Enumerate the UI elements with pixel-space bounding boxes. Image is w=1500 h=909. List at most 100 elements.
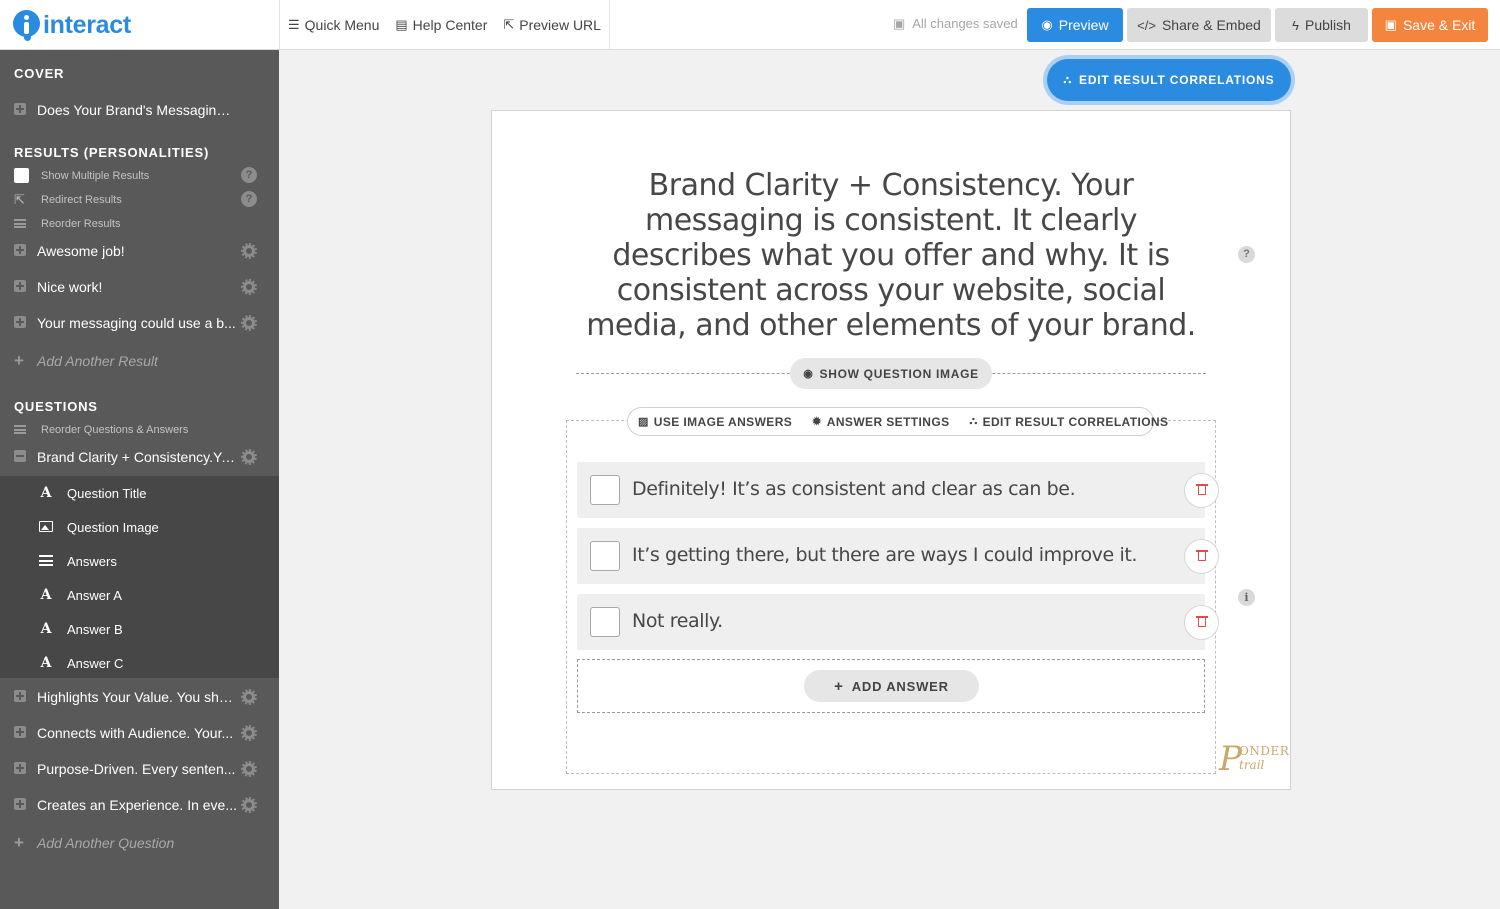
show-multiple-results-label: Show Multiple Results <box>41 170 150 182</box>
sidebar-item-cover[interactable]: Does Your Brand's Messaging ... <box>0 93 279 127</box>
text-icon: A <box>40 485 52 501</box>
logo-text: interact <box>43 10 131 39</box>
preview-label: Preview <box>1058 17 1109 33</box>
gear-icon[interactable] <box>241 279 257 295</box>
expand-icon <box>14 244 26 256</box>
add-result-button[interactable]: + Add Another Result <box>0 347 279 377</box>
sub-item-answer-a[interactable]: A Answer A <box>0 578 279 612</box>
cover-heading: COVER <box>14 66 65 81</box>
reorder-results-option[interactable]: Reorder Results <box>0 214 279 234</box>
book-icon: ▤ <box>395 16 408 32</box>
answer-text[interactable]: Not really. <box>632 610 723 632</box>
gear-icon[interactable] <box>241 315 257 331</box>
sidebar-item-result[interactable]: Your messaging could use a b... <box>0 306 279 340</box>
show-question-image-label: SHOW QUESTION IMAGE <box>819 366 979 381</box>
gear-icon[interactable] <box>241 725 257 741</box>
text-icon: A <box>40 655 52 671</box>
gear-icon: ✹ <box>812 416 822 428</box>
image-icon: ▨ <box>638 416 649 428</box>
help-icon[interactable]: ? <box>1238 246 1255 263</box>
sub-item-answer-c[interactable]: A Answer C <box>0 646 279 680</box>
answer-row[interactable]: Definitely! It’s as consistent and clear… <box>577 462 1205 518</box>
delete-answer-button[interactable] <box>1184 473 1219 508</box>
answer-row[interactable]: It’s getting there, but there are ways I… <box>577 528 1205 584</box>
sub-item-label: Answer B <box>67 622 123 637</box>
expand-icon <box>14 690 26 702</box>
use-image-answers-button[interactable]: ▨ USE IMAGE ANSWERS <box>628 408 802 435</box>
sidebar-item-question[interactable]: Connects with Audience. Your... <box>0 716 279 750</box>
quick-menu-label: Quick Menu <box>304 16 380 33</box>
gear-icon[interactable] <box>241 689 257 705</box>
share-embed-button[interactable]: </> Share & Embed <box>1127 8 1271 42</box>
plus-icon: + <box>14 833 24 852</box>
info-icon[interactable]: i <box>1238 589 1255 606</box>
answer-checkbox[interactable] <box>590 475 620 505</box>
gear-icon[interactable] <box>241 797 257 813</box>
answer-text[interactable]: It’s getting there, but there are ways I… <box>632 544 1137 566</box>
answer-checkbox[interactable] <box>590 607 620 637</box>
sidebar-item-question[interactable]: Highlights Your Value. You sho... <box>0 680 279 714</box>
reorder-questions-option[interactable]: Reorder Questions & Answers <box>0 420 279 440</box>
sidebar-item-label: Connects with Audience. Your... <box>37 725 234 741</box>
collapse-icon <box>14 450 26 462</box>
help-icon[interactable]: ? <box>241 191 257 207</box>
image-icon <box>39 521 53 532</box>
help-icon[interactable]: ? <box>241 167 257 183</box>
sidebar-item-result[interactable]: Nice work! <box>0 270 279 304</box>
answer-checkbox[interactable] <box>590 541 620 571</box>
sub-item-label: Answers <box>67 554 117 569</box>
top-nav: ☰ Quick Menu ▤ Help Center ⇱ Preview URL <box>279 0 610 49</box>
show-question-image-button[interactable]: ◉ SHOW QUESTION IMAGE <box>790 358 992 389</box>
floppy-icon: ▣ <box>893 16 906 31</box>
menu-icon: ☰ <box>288 16 300 32</box>
interact-logo[interactable]: interact <box>12 9 131 41</box>
sub-item-label: Question Title <box>67 486 147 501</box>
publish-label: Publish <box>1304 17 1351 33</box>
save-status-text: All changes saved <box>912 16 1018 31</box>
sidebar-item-question[interactable]: Purpose-Driven. Every senten... <box>0 752 279 786</box>
edit-result-correlations-button[interactable]: ⛬ EDIT RESULT CORRELATIONS <box>1047 59 1291 101</box>
answer-row[interactable]: Not really. <box>577 594 1205 650</box>
question-subitems: A Question Title Question Image Answers … <box>0 476 279 678</box>
answer-text[interactable]: Definitely! It’s as consistent and clear… <box>632 478 1076 500</box>
sub-item-answers[interactable]: Answers <box>0 544 279 578</box>
expand-icon <box>14 762 26 774</box>
answers-toolbar: ▨ USE IMAGE ANSWERS ✹ ANSWER SETTINGS ⛬ … <box>627 407 1168 436</box>
add-answer-button[interactable]: + ADD ANSWER <box>804 670 979 702</box>
delete-answer-button[interactable] <box>1184 539 1219 574</box>
share-embed-label: Share & Embed <box>1161 17 1261 33</box>
sub-item-label: Answer C <box>67 656 124 671</box>
help-center-link[interactable]: ▤ Help Center <box>387 0 495 49</box>
show-multiple-results-checkbox[interactable] <box>14 168 29 183</box>
add-question-button[interactable]: + Add Another Question <box>0 829 279 859</box>
quick-menu-button[interactable]: ☰ Quick Menu <box>280 0 387 49</box>
delete-answer-button[interactable] <box>1184 605 1219 640</box>
gear-icon[interactable] <box>241 761 257 777</box>
gear-icon[interactable] <box>241 243 257 259</box>
plus-icon: + <box>14 351 24 370</box>
brand-line-1: ONDER <box>1239 744 1290 758</box>
ponder-trail-logo: P ONDER trail <box>1219 742 1289 778</box>
publish-button[interactable]: ϟ Publish <box>1275 8 1368 42</box>
answer-settings-button[interactable]: ✹ ANSWER SETTINGS <box>802 408 959 435</box>
sub-item-question-title[interactable]: A Question Title <box>0 476 279 510</box>
save-exit-button[interactable]: ▣ Save & Exit <box>1372 8 1488 42</box>
top-bar: interact ☰ Quick Menu ▤ Help Center ⇱ Pr… <box>0 0 1500 50</box>
preview-url-link[interactable]: ⇱ Preview URL <box>495 0 610 49</box>
sidebar-item-result[interactable]: Awesome job! <box>0 234 279 268</box>
gear-icon[interactable] <box>241 449 257 465</box>
preview-button[interactable]: ◉ Preview <box>1027 8 1123 42</box>
sitemap-icon: ⛬ <box>969 415 978 427</box>
sidebar-item-question-active[interactable]: Brand Clarity + Consistency.Yo... <box>0 440 279 474</box>
sub-item-question-image[interactable]: Question Image <box>0 510 279 544</box>
question-title[interactable]: Brand Clarity + Consistency. Your messag… <box>577 168 1205 343</box>
edit-result-correlations-toolbar-label: EDIT RESULT CORRELATIONS <box>982 414 1169 429</box>
external-link-icon: ⇱ <box>503 16 515 32</box>
sub-item-answer-b[interactable]: A Answer B <box>0 612 279 646</box>
add-question-label: Add Another Question <box>37 835 175 851</box>
redirect-results-option[interactable]: ⇱ Redirect Results ? <box>0 190 279 210</box>
sidebar: COVER Does Your Brand's Messaging ... RE… <box>0 50 279 909</box>
sidebar-item-question[interactable]: Creates an Experience. In eve... <box>0 788 279 822</box>
edit-result-correlations-toolbar-button[interactable]: ⛬ EDIT RESULT CORRELATIONS <box>959 408 1178 435</box>
show-multiple-results-option[interactable]: Show Multiple Results ? <box>0 166 279 186</box>
